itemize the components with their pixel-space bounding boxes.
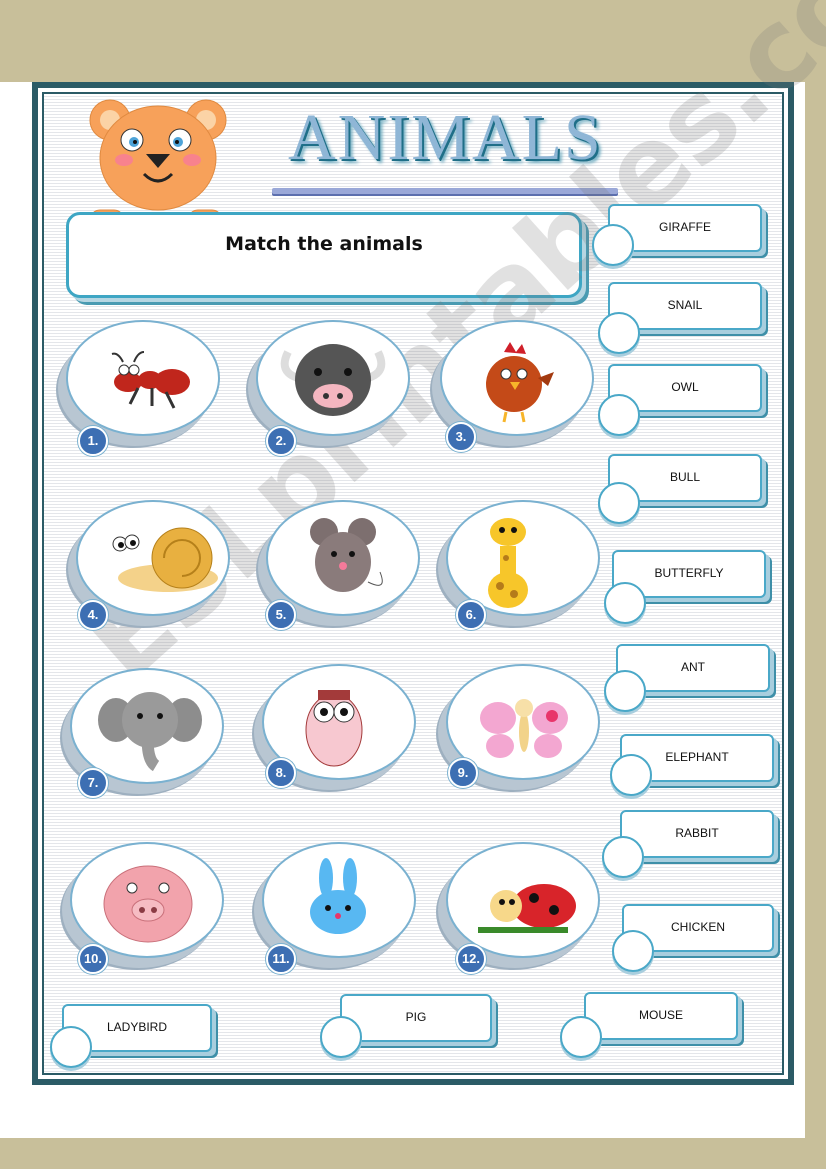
match-dot-butterfly[interactable] — [604, 582, 646, 624]
chicken-icon — [486, 342, 554, 423]
number-badge-9: 9. — [448, 758, 478, 788]
match-dot-giraffe[interactable] — [592, 224, 634, 266]
number-badge-4: 4. — [78, 600, 108, 630]
match-dot-snail[interactable] — [598, 312, 640, 354]
match-dot-chicken[interactable] — [612, 930, 654, 972]
match-dot-bull[interactable] — [598, 482, 640, 524]
picture-card-3 — [440, 320, 594, 436]
bull-icon — [280, 344, 386, 416]
word-label-pig: PIG — [340, 994, 492, 1042]
mouse-icon — [310, 518, 383, 592]
number-badge-5: 5. — [266, 600, 296, 630]
picture-card-1 — [66, 320, 220, 436]
number-badge-11: 11. — [266, 944, 296, 974]
match-dot-mouse[interactable] — [560, 1016, 602, 1058]
picture-card-12 — [446, 842, 600, 958]
number-badge-2: 2. — [266, 426, 296, 456]
picture-card-11 — [262, 842, 416, 958]
snail-icon — [112, 527, 218, 592]
ant-icon — [111, 351, 190, 409]
number-badge-3: 3. — [446, 422, 476, 452]
match-dot-ladybird[interactable] — [50, 1026, 92, 1068]
rabbit-icon — [310, 858, 366, 934]
number-badge-8: 8. — [266, 758, 296, 788]
giraffe-icon — [488, 518, 528, 608]
match-dot-rabbit[interactable] — [602, 836, 644, 878]
ladybird-icon — [478, 884, 576, 933]
number-badge-10: 10. — [78, 944, 108, 974]
match-dot-elephant[interactable] — [610, 754, 652, 796]
match-dot-ant[interactable] — [604, 670, 646, 712]
number-badge-1: 1. — [78, 426, 108, 456]
picture-card-2 — [256, 320, 410, 436]
elephant-icon — [98, 692, 202, 772]
match-dot-pig[interactable] — [320, 1016, 362, 1058]
picture-card-4 — [76, 500, 230, 616]
picture-card-6 — [446, 500, 600, 616]
picture-card-7 — [70, 668, 224, 784]
picture-card-5 — [266, 500, 420, 616]
number-badge-7: 7. — [78, 768, 108, 798]
pig-icon — [103, 865, 193, 943]
match-dot-owl[interactable] — [598, 394, 640, 436]
picture-card-10 — [70, 842, 224, 958]
word-label-mouse: MOUSE — [584, 992, 738, 1040]
number-badge-12: 12. — [456, 944, 486, 974]
number-badge-6: 6. — [456, 600, 486, 630]
